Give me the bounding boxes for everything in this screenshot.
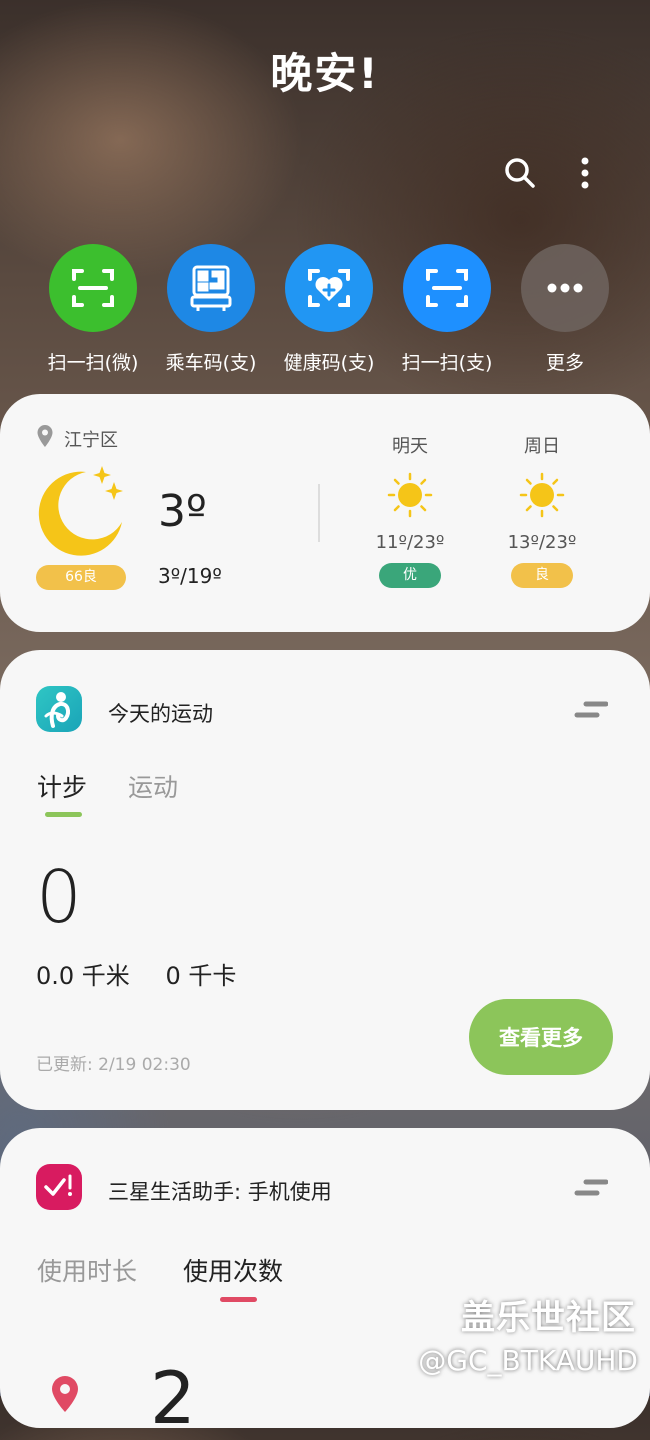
shortcut-health-code[interactable]: 健康码(支) — [270, 244, 388, 375]
tab-usage-time[interactable]: 使用时长 — [37, 1252, 137, 1288]
forecast-sunday: 周日 13º/23º 良 — [482, 432, 602, 588]
search-icon[interactable] — [502, 155, 538, 191]
bus-qr-icon — [167, 244, 255, 332]
scan-icon — [49, 244, 137, 332]
moon-stars-icon — [38, 466, 123, 556]
weather-card[interactable]: 江宁区 3º 66良 3º/19º 明天 11º/23º 优 周日 13º/23… — [0, 394, 650, 632]
weather-location: 江宁区 — [64, 430, 118, 451]
step-count: 0 — [36, 855, 82, 939]
tab-unlock-count[interactable]: 使用次数 — [183, 1252, 283, 1288]
tab-indicator — [220, 1297, 257, 1302]
fitness-stats: 0.0 千米 0 千卡 — [36, 956, 264, 991]
sun-icon — [387, 472, 433, 518]
drag-handle-icon[interactable] — [574, 1178, 608, 1198]
usage-card: 三星生活助手: 手机使用 使用时长 使用次数 2 — [0, 1128, 650, 1440]
tab-exercise[interactable]: 运动 — [128, 768, 178, 804]
more-horiz-icon — [521, 244, 609, 332]
distance-value: 0.0 千米 — [36, 962, 130, 990]
current-temperature: 3º — [158, 486, 207, 537]
shortcut-row: 扫一扫(微) 乘车码(支) 健康码(支) 扫一扫(支) 更多 — [0, 244, 650, 384]
tab-steps[interactable]: 计步 — [37, 768, 87, 804]
watermark-title: 盖乐世社区 — [461, 1298, 636, 1338]
usage-marker-icon — [52, 1376, 78, 1412]
forecast-tomorrow: 明天 11º/23º 优 — [350, 432, 470, 588]
updated-timestamp: 已更新: 2/19 02:30 — [36, 1055, 191, 1075]
shortcut-more[interactable]: 更多 — [506, 244, 624, 375]
usage-title: 三星生活助手: 手机使用 — [108, 1180, 332, 1204]
view-more-button[interactable]: 查看更多 — [469, 999, 613, 1075]
aqi-badge: 66良 — [36, 565, 126, 590]
aqi-badge: 良 — [511, 563, 573, 588]
tab-indicator — [45, 812, 82, 817]
drag-handle-icon[interactable] — [574, 700, 608, 720]
health-code-icon — [285, 244, 373, 332]
health-app-icon — [36, 686, 82, 732]
fitness-card: 今天的运动 计步 运动 0 0.0 千米 0 千卡 已更新: 2/19 02:3… — [0, 650, 650, 1110]
shortcut-scan-wechat[interactable]: 扫一扫(微) — [34, 244, 152, 375]
calories-value: 0 千卡 — [165, 962, 237, 990]
temperature-range: 3º/19º — [158, 564, 222, 588]
weather-divider — [318, 484, 320, 542]
watermark-handle: @GC_BTKAUHD — [418, 1344, 638, 1377]
sun-icon — [519, 472, 565, 518]
location-pin-icon — [37, 425, 53, 447]
aqi-badge: 优 — [379, 563, 441, 588]
unlock-count: 2 — [150, 1356, 196, 1440]
digital-wellbeing-icon — [36, 1164, 82, 1210]
shortcut-bus-code[interactable]: 乘车码(支) — [152, 244, 270, 375]
scan-icon — [403, 244, 491, 332]
fitness-title: 今天的运动 — [108, 702, 213, 726]
greeting: 晚安! — [270, 49, 380, 98]
more-vert-icon[interactable] — [567, 155, 603, 191]
shortcut-scan-alipay[interactable]: 扫一扫(支) — [388, 244, 506, 375]
